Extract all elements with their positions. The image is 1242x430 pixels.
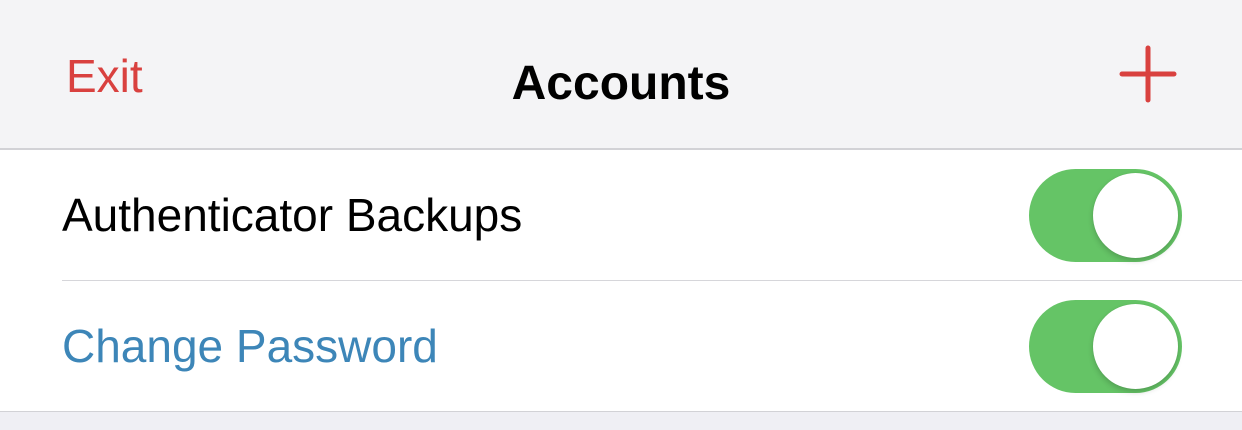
- change-password-toggle[interactable]: [1029, 300, 1182, 393]
- authenticator-backups-row: Authenticator Backups: [0, 150, 1242, 281]
- change-password-link[interactable]: Change Password: [62, 281, 438, 411]
- change-password-row[interactable]: Change Password: [0, 281, 1242, 411]
- toggle-knob: [1093, 304, 1178, 389]
- authenticator-backups-toggle[interactable]: [1029, 169, 1182, 262]
- table-bottom-divider: [0, 411, 1242, 412]
- navigation-bar: Exit Accounts: [0, 0, 1242, 148]
- page-title: Accounts: [511, 57, 731, 110]
- authenticator-backups-label: Authenticator Backups: [62, 189, 523, 241]
- settings-table: Authenticator Backups Change Password: [0, 150, 1242, 411]
- add-account-button[interactable]: [1118, 44, 1178, 104]
- toggle-knob: [1093, 173, 1178, 258]
- plus-icon: [1119, 45, 1177, 103]
